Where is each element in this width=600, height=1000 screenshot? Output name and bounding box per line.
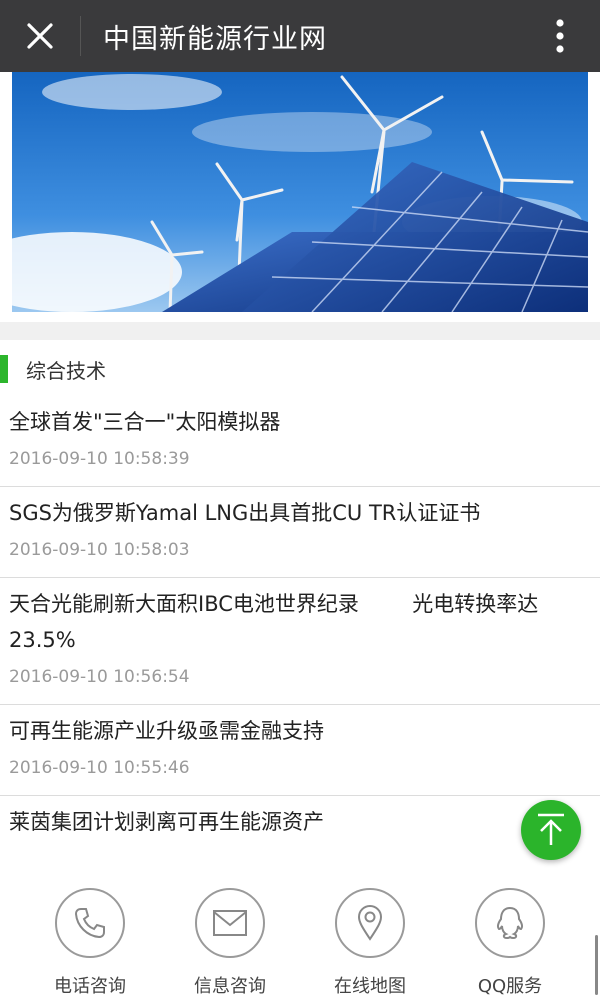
news-time: 2016-09-10 10:56:54 — [9, 667, 190, 687]
page-title: 中国新能源行业网 — [103, 23, 327, 55]
qq-icon-circle — [475, 888, 545, 958]
bottom-item-label: 电话咨询 — [54, 976, 126, 997]
news-title: 全球首发"三合一"太阳模拟器 — [9, 410, 281, 434]
news-item[interactable]: 莱茵集团计划剥离可再生能源资产 — [0, 796, 600, 854]
scrollbar[interactable] — [595, 935, 598, 995]
news-item[interactable]: 天合光能刷新大面积IBC电池世界纪录 光电转换率达23.5% 2016-09-1… — [0, 578, 600, 705]
bottom-item-label: 在线地图 — [334, 976, 406, 997]
news-list: 全球首发"三合一"太阳模拟器 2016-09-10 10:58:39 SGS为俄… — [0, 396, 600, 854]
qq-service-button[interactable]: QQ服务 — [450, 888, 570, 1000]
news-item[interactable]: 可再生能源产业升级亟需金融支持 2016-09-10 10:55:46 — [0, 705, 600, 796]
message-consult-button[interactable]: 信息咨询 — [170, 888, 290, 1000]
solar-wind-banner-image — [12, 72, 588, 312]
news-time: 2016-09-10 10:58:03 — [9, 540, 190, 560]
qq-icon — [496, 906, 524, 940]
news-title: 莱茵集团计划剥离可再生能源资产 — [9, 810, 324, 834]
news-item[interactable]: 全球首发"三合一"太阳模拟器 2016-09-10 10:58:39 — [0, 396, 600, 487]
section-title: 综合技术 — [26, 358, 106, 383]
news-time: 2016-09-10 10:58:39 — [9, 449, 190, 469]
section-accent-bar — [0, 355, 8, 383]
phone-consult-button[interactable]: 电话咨询 — [30, 888, 150, 1000]
map-pin-icon-circle — [335, 888, 405, 958]
online-map-button[interactable]: 在线地图 — [310, 888, 430, 1000]
close-icon — [27, 23, 53, 49]
title-bar: 中国新能源行业网 — [0, 0, 600, 72]
envelope-icon-circle — [195, 888, 265, 958]
envelope-icon — [213, 910, 247, 936]
more-button[interactable] — [520, 0, 600, 72]
news-title: SGS为俄罗斯Yamal LNG出具首批CU TR认证证书 — [9, 501, 481, 525]
news-item[interactable]: SGS为俄罗斯Yamal LNG出具首批CU TR认证证书 2016-09-10… — [0, 487, 600, 578]
map-pin-icon — [357, 905, 383, 941]
phone-icon — [74, 908, 105, 939]
phone-icon-circle — [55, 888, 125, 958]
close-button[interactable] — [0, 0, 80, 72]
bottom-item-label: 信息咨询 — [194, 976, 266, 997]
news-title: 可再生能源产业升级亟需金融支持 — [9, 719, 324, 743]
bottom-item-label: QQ服务 — [477, 976, 543, 997]
news-time: 2016-09-10 10:55:46 — [9, 758, 190, 778]
news-title: 天合光能刷新大面积IBC电池世界纪录 光电转换率达23.5% — [9, 592, 539, 652]
section-separator — [0, 322, 600, 340]
banner-image[interactable] — [12, 72, 588, 312]
section-header: 综合技术 — [0, 352, 106, 386]
arrow-up-icon — [538, 813, 564, 845]
more-vertical-icon — [556, 19, 564, 53]
bottom-action-bar: 电话咨询 信息咨询 在线地图 QQ服务 — [0, 870, 600, 1000]
back-to-top-button[interactable] — [521, 800, 581, 860]
